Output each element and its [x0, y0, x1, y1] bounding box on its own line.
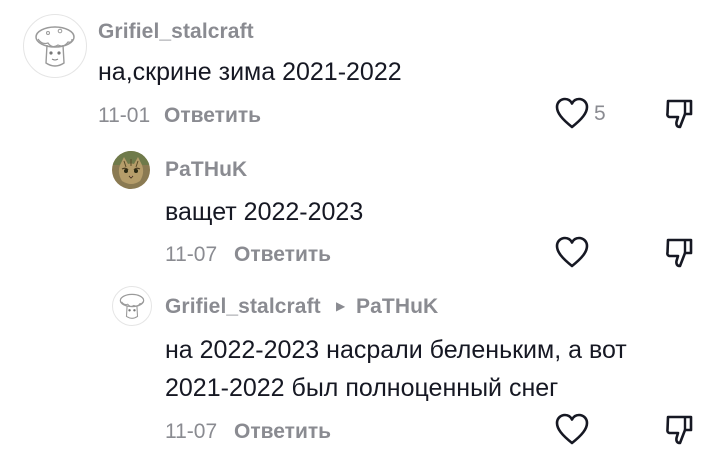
reply-button[interactable]: Ответить [164, 104, 261, 128]
avatar[interactable] [23, 14, 87, 78]
heart-icon [555, 236, 589, 268]
dislike-button[interactable] [664, 414, 696, 451]
comment-date: 11-01 [98, 104, 151, 127]
mushroom-sketch-avatar-icon [119, 293, 145, 319]
reply-text-line2: 2021-2022 был полноценный снег [165, 374, 559, 402]
reply-date: 11-07 [165, 420, 218, 443]
reply-to-user[interactable]: PaTHuK [356, 295, 438, 319]
avatar[interactable] [112, 151, 150, 189]
like-button[interactable] [554, 235, 590, 274]
mushroom-sketch-avatar-icon [35, 26, 75, 67]
reply-button[interactable]: Ответить [234, 243, 331, 267]
reply-date: 11-07 [165, 243, 218, 266]
comment-text: на,скрине зима 2021-2022 [98, 58, 402, 86]
reply-button[interactable]: Ответить [234, 420, 331, 444]
thumbs-down-icon [666, 238, 693, 268]
avatar[interactable] [112, 286, 152, 326]
reply-author[interactable]: PaTHuK [165, 158, 247, 182]
dislike-button[interactable] [664, 98, 696, 135]
thumbs-down-icon [666, 415, 693, 445]
like-button[interactable] [554, 412, 590, 451]
reply-text-line1: на 2022-2023 насрали беленьким, а вот [165, 336, 627, 364]
reply-arrow-icon: ▶ [336, 299, 346, 313]
cat-photo-avatar-icon [112, 151, 150, 189]
like-count: 5 [594, 102, 606, 125]
like-button[interactable] [554, 96, 590, 135]
dislike-button[interactable] [664, 237, 696, 274]
heart-icon [555, 97, 589, 129]
thumbs-down-icon [666, 99, 693, 129]
reply-text: ващет 2022-2023 [165, 198, 364, 226]
comment-author[interactable]: Grifiel_stalcraft [98, 20, 254, 44]
reply-author[interactable]: Grifiel_stalcraft [165, 295, 321, 319]
heart-icon [555, 413, 589, 445]
